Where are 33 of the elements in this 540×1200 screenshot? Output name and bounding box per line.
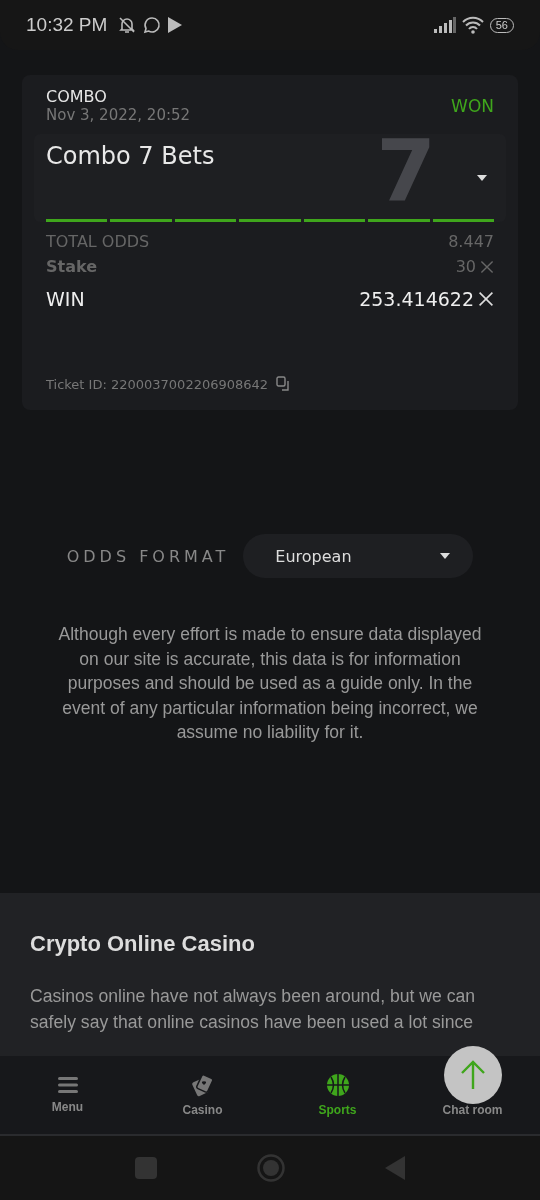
close-icon	[478, 291, 494, 307]
bet-type: COMBO	[46, 87, 108, 106]
signal-icon	[433, 17, 456, 33]
nav-tab[interactable]: Menu	[0, 1056, 135, 1134]
close-icon	[480, 259, 494, 274]
odds-format-dropdown[interactable]: European	[243, 534, 474, 578]
basketball-icon	[325, 1073, 350, 1097]
combo-title: Combo 7 Bets	[46, 142, 216, 170]
muted-bell-icon	[117, 15, 138, 35]
total-odds-value: 8.447	[448, 232, 494, 251]
stake-label: Stake	[46, 257, 98, 276]
disclaimer-text: Although every effort is made to ensure data displayed on our site is accurate, this data is for information purposes and should be used as a guide only. In the event of any particular information being incorrect, we assume no liability for it.	[57, 623, 483, 744]
nav-tab[interactable]: Sports	[270, 1056, 405, 1134]
stake-value: 30	[455, 257, 476, 276]
win-label: WIN	[46, 288, 85, 310]
caret-icon[interactable]	[476, 174, 488, 182]
win-value: 253.414622	[359, 288, 474, 310]
play-icon	[167, 16, 184, 34]
chat-bubble-icon	[143, 16, 162, 34]
article-title: Crypto Online Casino	[30, 931, 256, 957]
arrow-up-icon	[459, 1060, 487, 1090]
ticket-id: Ticket ID: 2200037002206908642	[46, 376, 269, 392]
wifi-icon	[461, 16, 484, 34]
total-odds-label: TOTAL ODDS	[46, 232, 150, 251]
nav-tab[interactable]: Casino	[135, 1056, 270, 1134]
caret-icon	[439, 552, 452, 560]
bet-date: Nov 3, 2022, 20:52	[46, 106, 191, 124]
status-time: 10:32 PM	[26, 14, 108, 36]
odds-format-label: ODDS FORMAT	[66, 546, 230, 566]
nav-tab[interactable]: Chat room	[405, 1056, 540, 1134]
bet-result: WON	[451, 95, 494, 116]
article-text: Casinos online have not always been around, but we can safely say that online casinos have been used a lot since	[30, 985, 477, 1034]
menu-icon	[57, 1076, 78, 1094]
